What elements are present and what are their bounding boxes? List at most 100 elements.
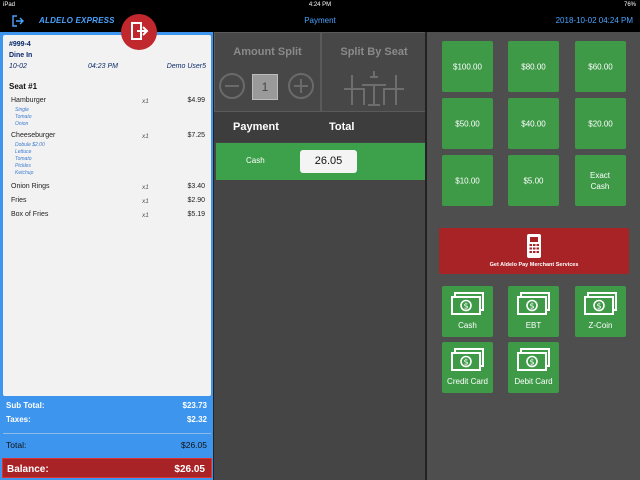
item-modifier: Lettuce [15, 149, 32, 155]
order-employee: Demo User5 [166, 63, 206, 70]
tender-label: Cash [458, 321, 477, 330]
total-value: $26.05 [181, 440, 207, 450]
quick-cash-label: $5.00 [523, 176, 544, 185]
item-qty: x1 [142, 198, 149, 205]
quick-cash-label: $10.00 [455, 176, 480, 185]
item-qty: x1 [142, 212, 149, 219]
item-price: $5.19 [187, 211, 205, 218]
subtotal-value: $23.73 [182, 401, 207, 410]
quick-cash-100-button[interactable]: $100.00 [442, 41, 493, 92]
order-date: 10-02 [9, 63, 27, 70]
plus-icon-vertical [300, 79, 302, 93]
exit-button[interactable] [121, 14, 157, 50]
cash-icon: $ [517, 292, 550, 315]
svg-text:$: $ [596, 302, 601, 311]
tender-zcoin-button[interactable]: $ Z-Coin [575, 286, 626, 337]
item-modifier: Ketchup [15, 170, 34, 176]
quick-cash-label: Exact Cash [589, 170, 610, 191]
exit-door-icon [131, 22, 149, 40]
quick-cash-label: $20.00 [588, 119, 613, 128]
payment-column-header: Payment [233, 121, 279, 133]
status-bar: iPad 4:24 PM 76% [0, 0, 640, 11]
payment-row[interactable]: Cash 26.05 [216, 143, 425, 180]
tender-label: Z-Coin [588, 321, 613, 330]
quick-cash-40-button[interactable]: $40.00 [508, 98, 559, 149]
merchant-services-label: Get Aldelo Pay Merchant Services [489, 262, 579, 268]
cash-icon: $ [451, 348, 484, 371]
item-name: Hamburger [11, 97, 47, 104]
payment-method: Cash [246, 156, 265, 165]
increment-button[interactable] [288, 73, 314, 99]
subtotal-label: Sub Total: [6, 401, 45, 410]
item-price: $4.99 [187, 97, 205, 104]
amount-split-label: Amount Split [233, 46, 302, 58]
balance-bar: Balance: $26.05 [2, 458, 212, 478]
split-by-seat-label: Split By Seat [340, 46, 408, 58]
item-name: Cheeseburger [11, 132, 56, 139]
battery-level: 76% [623, 2, 636, 8]
order-receipt: #999-4 Dine In 10-02 04:23 PM Demo User5… [3, 35, 211, 396]
balance-label: Balance: [7, 464, 49, 475]
item-name: Onion Rings [11, 183, 50, 190]
tender-credit-card-button[interactable]: $ Credit Card [442, 342, 493, 393]
svg-text:$: $ [463, 302, 468, 311]
quick-cash-label: $80.00 [521, 62, 546, 71]
quick-cash-5-button[interactable]: $5.00 [508, 155, 559, 206]
item-modifier: Pickles [15, 163, 31, 169]
item-modifier: Onion [15, 121, 29, 127]
item-qty: x1 [142, 184, 149, 191]
quick-cash-10-button[interactable]: $10.00 [442, 155, 493, 206]
balance-value: $26.05 [174, 464, 205, 475]
item-qty: x1 [142, 133, 149, 140]
item-modifier: Single [15, 107, 29, 113]
quick-cash-80-button[interactable]: $80.00 [508, 41, 559, 92]
quick-cash-60-button[interactable]: $60.00 [575, 41, 626, 92]
item-price: $3.40 [187, 183, 205, 190]
tender-label: Credit Card [447, 377, 488, 386]
quick-cash-label: $50.00 [455, 119, 480, 128]
cash-icon: $ [584, 292, 617, 315]
svg-text:$: $ [529, 302, 534, 311]
item-price: $7.25 [187, 132, 205, 139]
table-seats-icon [344, 71, 404, 106]
merchant-services-button[interactable]: Get Aldelo Pay Merchant Services [439, 228, 629, 274]
tender-cash-button[interactable]: $ Cash [442, 286, 493, 337]
amount-split-box[interactable]: Amount Split 1 [214, 32, 321, 112]
svg-text:$: $ [463, 358, 468, 367]
split-count: 1 [252, 74, 278, 100]
payments-list: Cash 26.05 [214, 142, 427, 480]
quick-cash-label: $40.00 [521, 119, 546, 128]
order-number: #999-4 [9, 41, 31, 48]
page-title: Payment [304, 16, 336, 25]
item-price: $2.90 [187, 197, 205, 204]
taxes-label: Taxes: [6, 415, 31, 424]
tender-panel: $100.00 $80.00 $60.00 $50.00 $40.00 $20.… [427, 32, 640, 480]
svg-text:$: $ [529, 358, 534, 367]
item-qty: x1 [142, 98, 149, 105]
order-receipt-panel: #999-4 Dine In 10-02 04:23 PM Demo User5… [0, 32, 214, 480]
clock: 4:24 PM [308, 2, 332, 8]
exact-cash-button[interactable]: Exact Cash [575, 155, 626, 206]
header-datetime: 2018-10-02 04:24 PM [555, 16, 633, 25]
item-modifier: Tomato [15, 114, 32, 120]
cash-icon: $ [451, 292, 484, 315]
payment-split-panel: Amount Split 1 Split By Seat Payment Tot… [214, 32, 427, 480]
totals-divider [3, 433, 211, 434]
item-modifier: Dobule $2.00 [15, 142, 45, 148]
total-column-header: Total [329, 121, 355, 133]
quick-cash-20-button[interactable]: $20.00 [575, 98, 626, 149]
quick-cash-50-button[interactable]: $50.00 [442, 98, 493, 149]
taxes-value: $2.32 [186, 415, 207, 424]
card-terminal-icon [527, 234, 541, 258]
minus-icon [225, 85, 239, 87]
tender-ebt-button[interactable]: $ EBT [508, 286, 559, 337]
app-header: ALDELO EXPRESS Payment 2018-10-02 04:24 … [0, 11, 640, 50]
seat-label: Seat #1 [9, 82, 38, 91]
payments-table-header: Payment Total [214, 112, 427, 142]
item-modifier: Tomato [15, 156, 32, 162]
cash-icon: $ [517, 348, 550, 371]
tender-debit-card-button[interactable]: $ Debit Card [508, 342, 559, 393]
split-by-seat-box[interactable]: Split By Seat [321, 32, 427, 112]
decrement-button[interactable] [219, 73, 245, 99]
payment-amount-field[interactable]: 26.05 [300, 150, 357, 173]
